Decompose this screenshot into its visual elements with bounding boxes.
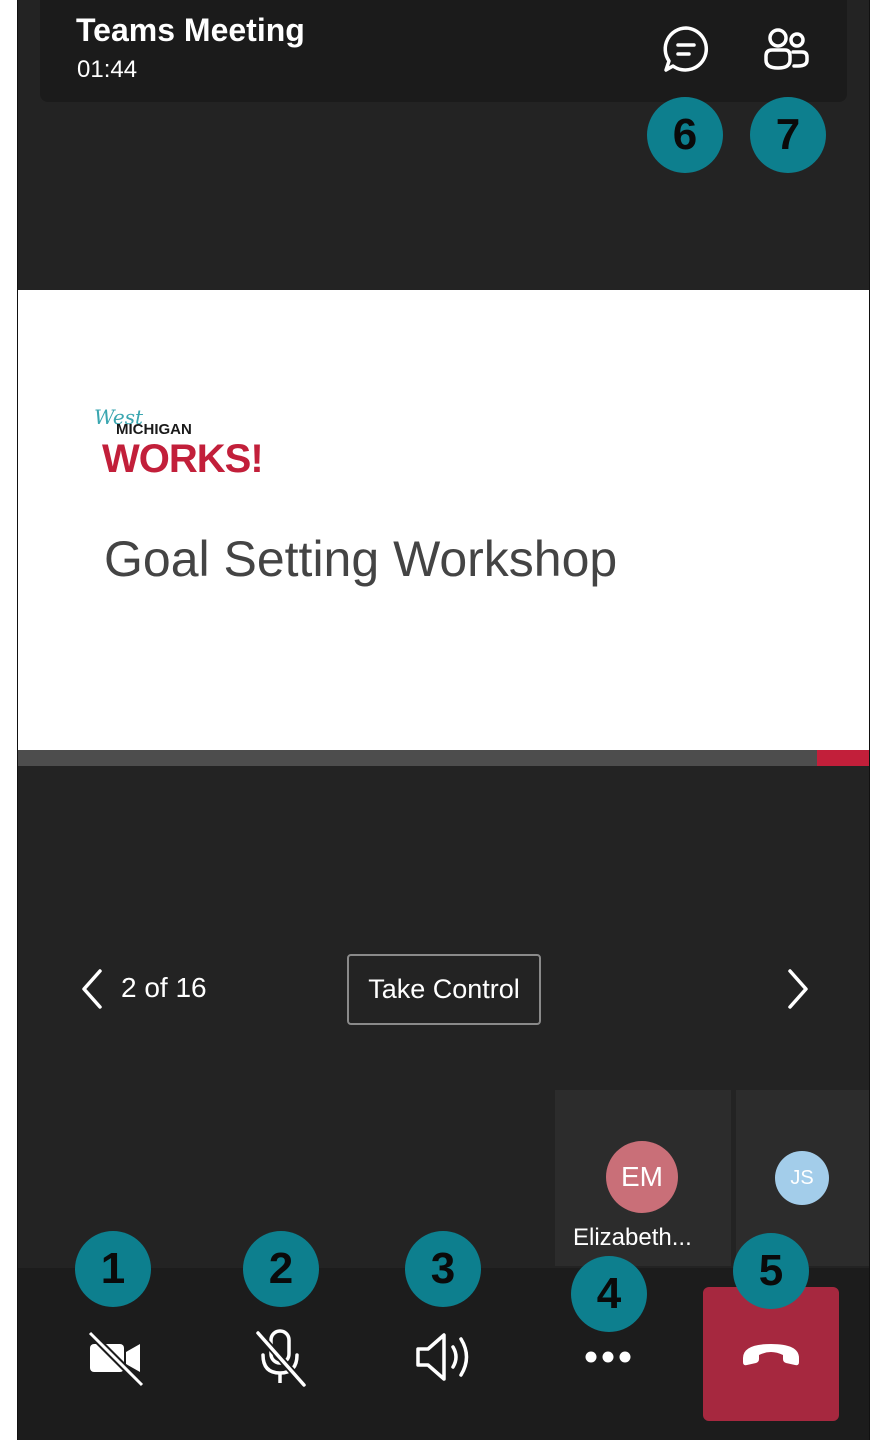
logo-michigan-text: MICHIGAN <box>116 421 192 438</box>
take-control-button[interactable]: Take Control <box>347 954 541 1025</box>
chat-button[interactable] <box>660 24 712 76</box>
callout-marker-5: 5 <box>733 1233 809 1309</box>
meeting-duration: 01:44 <box>77 56 138 83</box>
participant-tile[interactable]: EM Elizabeth... <box>555 1090 731 1266</box>
more-options-icon <box>585 1351 631 1363</box>
chevron-right-icon <box>788 969 808 1009</box>
slide-page-counter: 2 of 16 <box>121 972 207 1003</box>
callout-marker-4: 4 <box>571 1256 647 1332</box>
avatar: JS <box>775 1151 829 1205</box>
more-options-button[interactable] <box>576 1325 640 1389</box>
slide-title: Goal Setting Workshop <box>104 531 618 587</box>
west-michigan-works-logo: West MICHIGAN WORKS! <box>94 405 294 485</box>
avatar: EM <box>606 1141 678 1213</box>
meeting-window: Teams Meeting 01:44 6 7 West MICHIGAN WO… <box>18 0 869 1440</box>
callout-marker-1: 1 <box>75 1231 151 1307</box>
camera-toggle-button[interactable] <box>84 1325 148 1389</box>
participant-name: Elizabeth... <box>573 1224 692 1251</box>
slide-progress-fill <box>18 750 125 766</box>
camera-off-icon <box>87 1330 145 1388</box>
participants-button[interactable] <box>760 24 812 76</box>
logo-works-text: WORKS! <box>102 437 264 481</box>
speaker-icon <box>416 1333 469 1381</box>
meeting-header: Teams Meeting 01:44 <box>40 0 847 102</box>
hang-up-icon <box>743 1344 799 1366</box>
speaker-button[interactable] <box>412 1325 476 1389</box>
slide-progress-accent <box>817 750 869 766</box>
callout-marker-3: 3 <box>405 1231 481 1307</box>
shared-presentation-slide: West MICHIGAN WORKS! Goal Setting Worksh… <box>18 290 869 750</box>
chevron-left-icon <box>82 969 102 1009</box>
slide-progress-bar <box>18 750 869 766</box>
callout-marker-7: 7 <box>750 97 826 173</box>
chat-icon <box>663 26 709 72</box>
participants-icon <box>764 28 809 70</box>
callout-marker-2: 2 <box>243 1231 319 1307</box>
callout-marker-6: 6 <box>647 97 723 173</box>
previous-slide-button[interactable] <box>76 966 110 1012</box>
mic-off-icon <box>255 1329 307 1388</box>
meeting-title: Teams Meeting <box>76 12 305 48</box>
microphone-toggle-button[interactable] <box>248 1325 312 1389</box>
next-slide-button[interactable] <box>780 966 814 1012</box>
